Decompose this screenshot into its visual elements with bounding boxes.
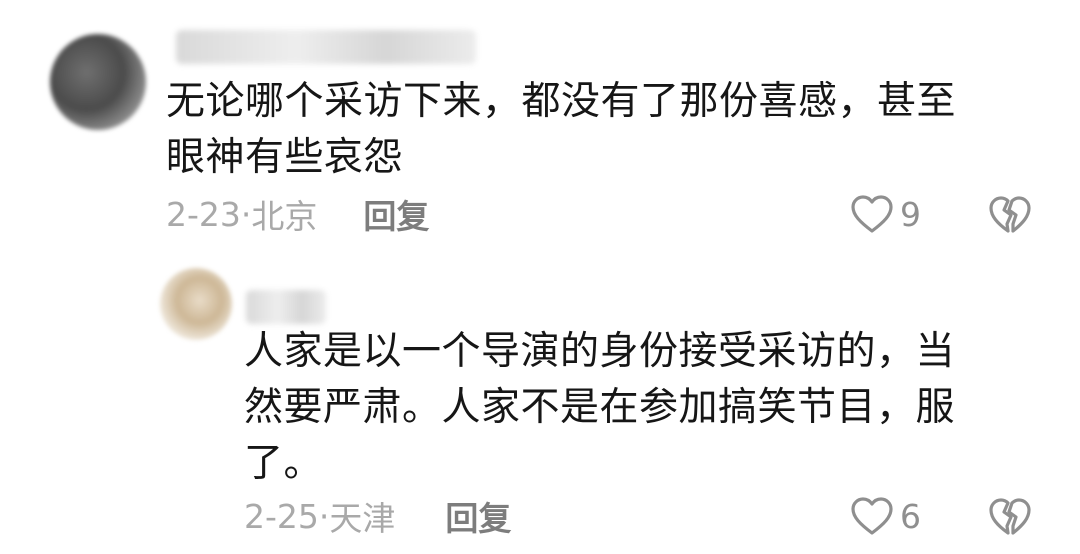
comment-date: 2-25 <box>244 496 319 536</box>
comment-meta: 2-23 · 北京 回复 <box>166 190 429 238</box>
comment-text-line: 眼神有些哀怨 <box>166 135 404 180</box>
comment-text-line: 无论哪个采访下来，都没有了那份喜感，甚至 <box>166 79 957 124</box>
like-count: 9 <box>900 194 921 234</box>
broken-heart-icon[interactable] <box>988 496 1032 538</box>
like-button[interactable]: 9 <box>850 190 921 238</box>
broken-heart-icon[interactable] <box>988 194 1032 236</box>
comment-date: 2-23 <box>166 194 241 234</box>
heart-outline-icon <box>851 497 893 535</box>
heart-outline-icon <box>851 195 893 233</box>
comment-text-line: 人家是以一个导演的身份接受采访的，当 <box>244 329 956 374</box>
like-button[interactable]: 6 <box>850 492 921 540</box>
reply-button[interactable]: 回复 <box>445 492 511 540</box>
username-blurred[interactable] <box>176 30 476 64</box>
comment-location: 天津 <box>329 499 396 538</box>
like-count: 6 <box>900 496 921 536</box>
comment-text-line: 然要严肃。人家不是在参加搞笑节目，服 <box>244 385 956 430</box>
comment-location: 北京 <box>251 197 318 236</box>
reply-button[interactable]: 回复 <box>363 190 429 238</box>
comment-text: 人家是以一个导演的身份接受采访的，当 然要严肃。人家不是在参加搞笑节目，服 了。 <box>244 324 1034 492</box>
avatar[interactable] <box>50 34 146 130</box>
avatar[interactable] <box>160 268 232 340</box>
username-blurred[interactable] <box>246 290 326 324</box>
meta-separator: · <box>240 194 252 234</box>
comment-text-line: 了。 <box>244 441 324 486</box>
comment-text: 无论哪个采访下来，都没有了那份喜感，甚至 眼神有些哀怨 <box>166 74 1046 186</box>
meta-separator: · <box>318 496 330 536</box>
comment-meta: 2-25 · 天津 回复 <box>244 492 511 540</box>
